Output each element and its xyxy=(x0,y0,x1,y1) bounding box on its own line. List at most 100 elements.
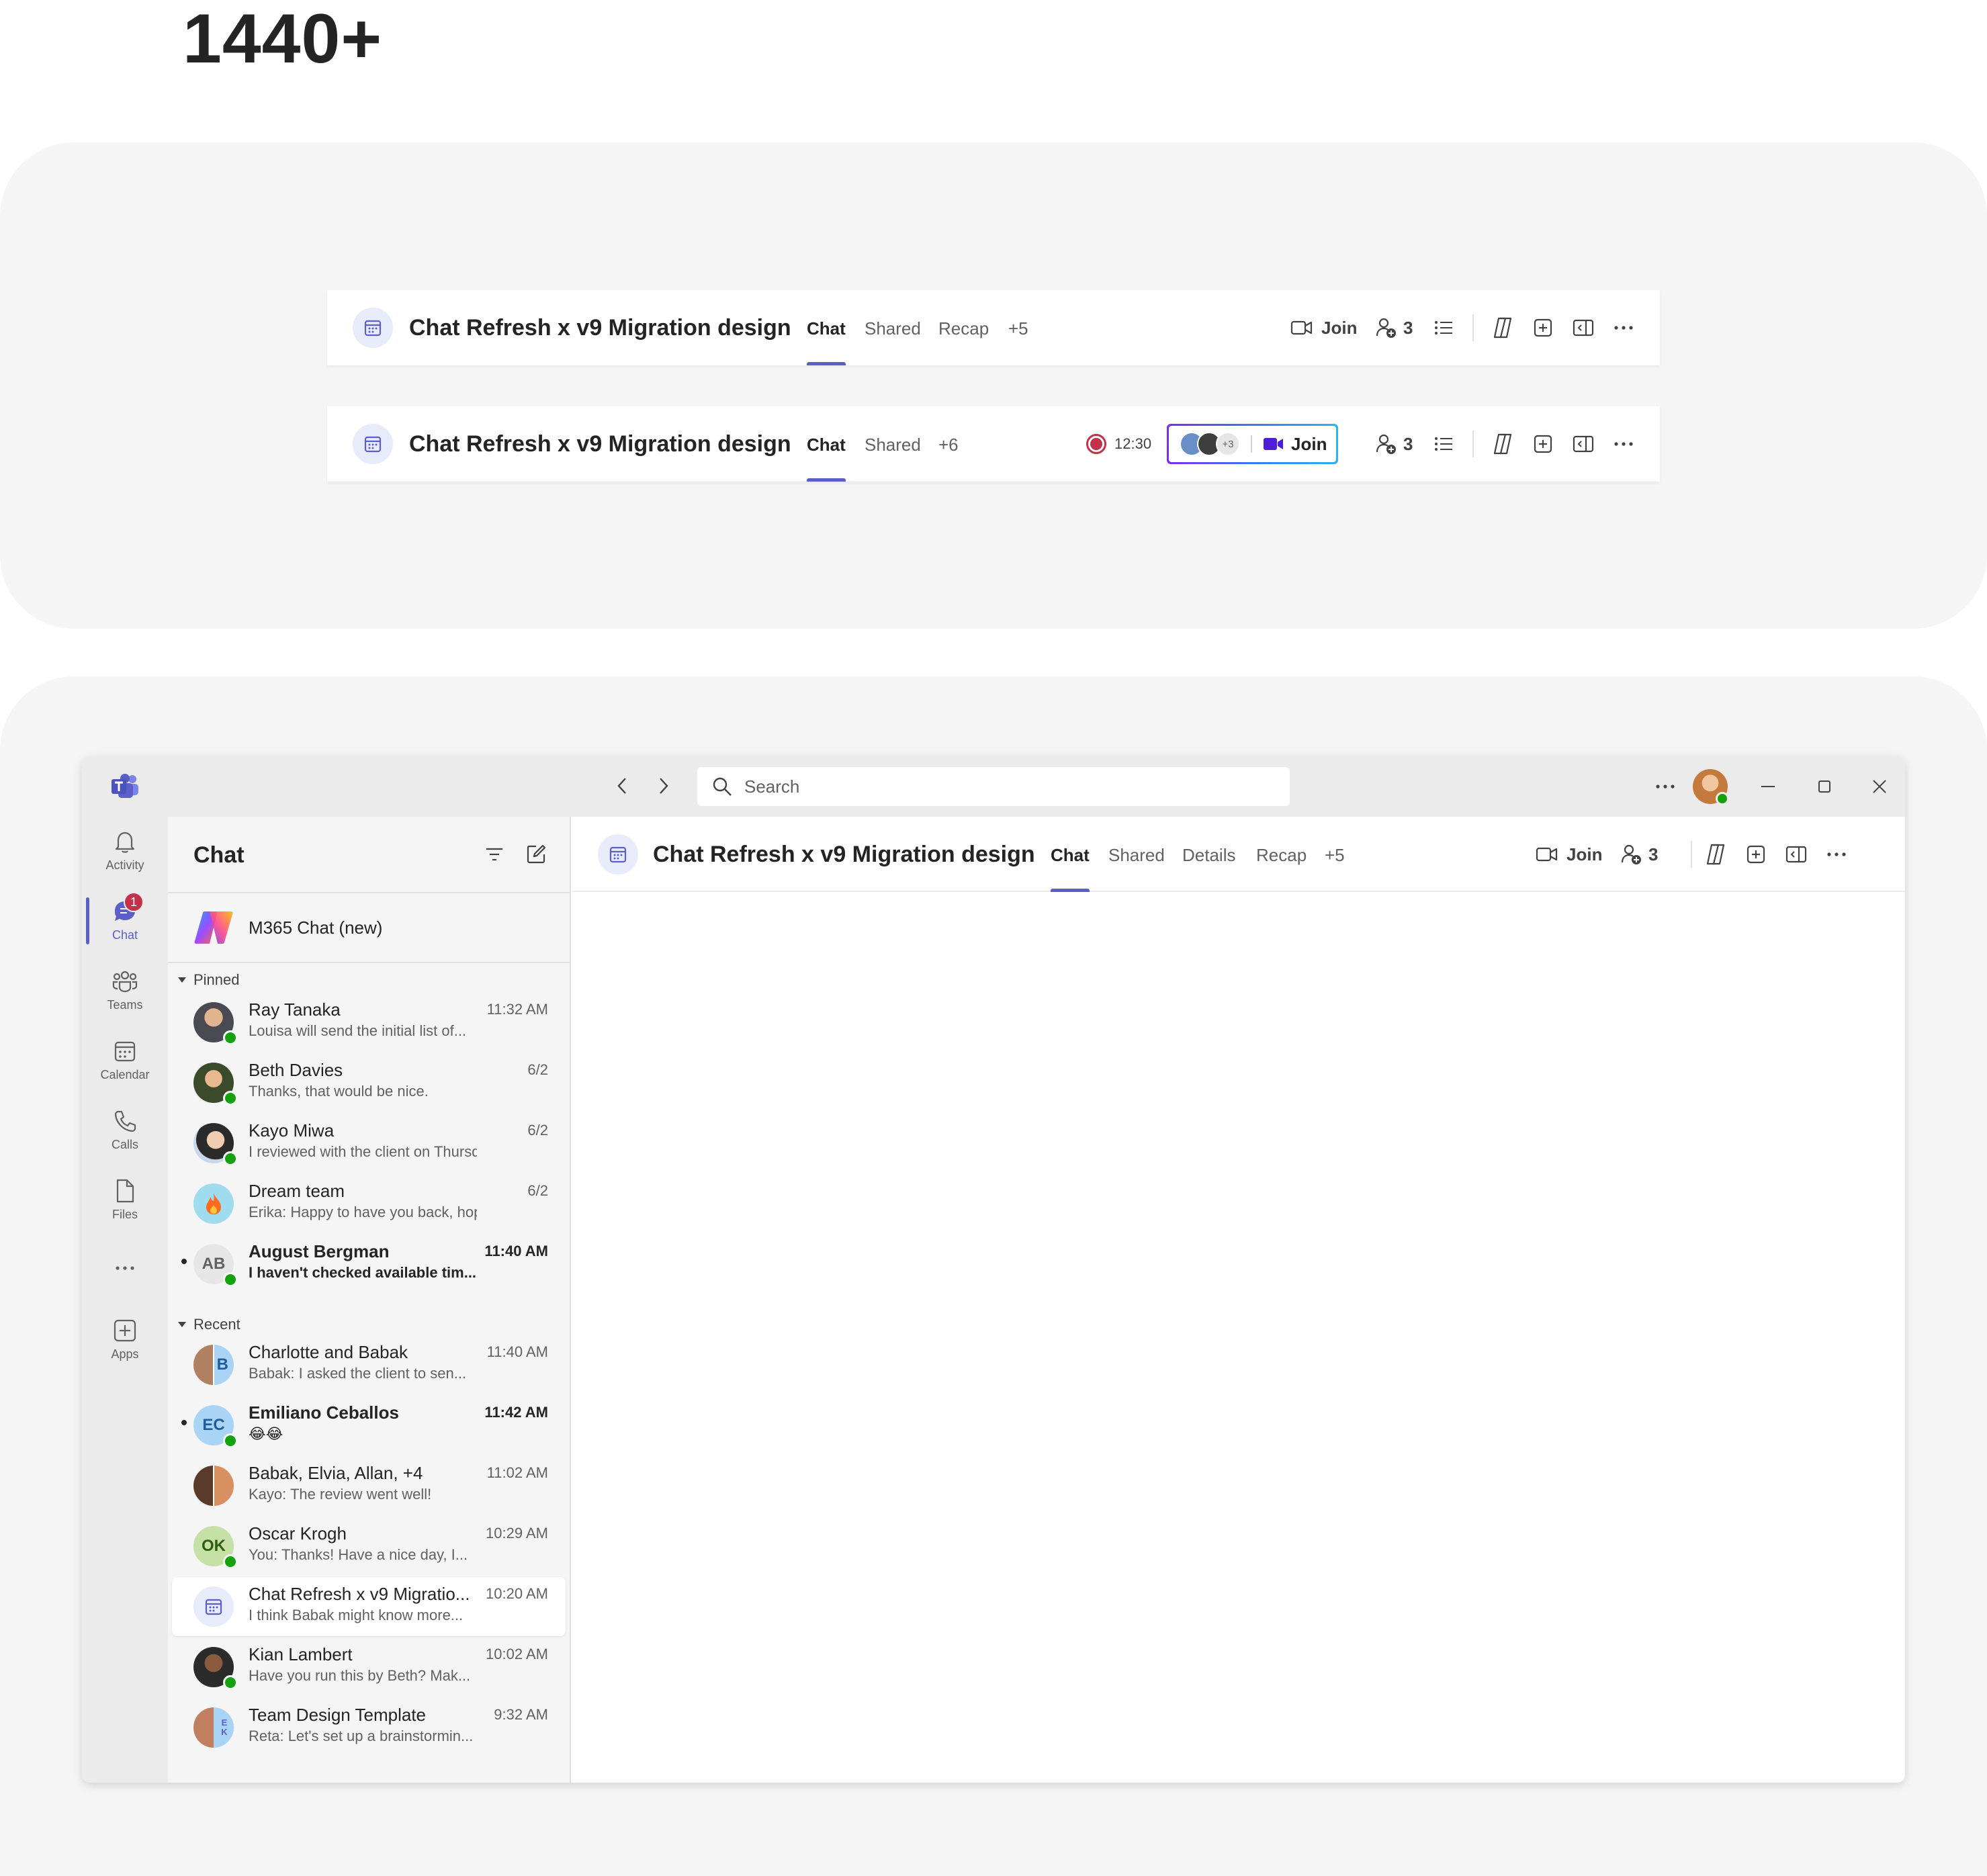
copilot-icon[interactable] xyxy=(1488,313,1517,343)
copilot-icon[interactable] xyxy=(1701,840,1730,869)
rail-more-apps[interactable] xyxy=(82,1235,168,1302)
tab-recap[interactable]: Recap xyxy=(1256,817,1307,892)
chat-time: 6/2 xyxy=(527,1182,548,1199)
minimize-icon[interactable] xyxy=(1748,756,1788,817)
chat-item-beth-davies[interactable]: Beth Davies Thanks, that would be nice. … xyxy=(172,1053,566,1112)
meeting-title: Chat Refresh x v9 Migration design xyxy=(409,315,791,341)
chat-name: Charlotte and Babak xyxy=(249,1342,408,1362)
chat-item-ray-tanaka[interactable]: Ray Tanaka Louisa will send the initial … xyxy=(172,993,566,1052)
meeting-title: Chat Refresh x v9 Migration design xyxy=(409,431,791,457)
chat-preview: I haven't checked available tim... xyxy=(249,1264,477,1281)
chat-item-august-bergman[interactable]: AB August Bergman I haven't checked avai… xyxy=(172,1235,566,1294)
maximize-icon[interactable] xyxy=(1804,756,1845,817)
chat-preview: Reta: Let's set up a brainstormin... xyxy=(249,1728,474,1744)
add-tab-icon[interactable] xyxy=(1528,429,1558,459)
back-chevron-icon[interactable] xyxy=(607,771,637,801)
extra-attendees: +3 xyxy=(1216,432,1240,456)
chat-name: Beth Davies xyxy=(249,1060,343,1080)
meeting-title: Chat Refresh x v9 Migration design xyxy=(653,842,1035,867)
search-input[interactable]: Search xyxy=(697,767,1290,806)
profile-avatar[interactable] xyxy=(1691,756,1729,817)
avatar xyxy=(193,1466,234,1506)
presence-available-icon xyxy=(223,1554,238,1569)
chat-name: Oscar Krogh xyxy=(249,1523,347,1544)
join-meeting-pill[interactable]: +3 Join xyxy=(1167,424,1339,464)
rail-item-calendar[interactable]: Calendar xyxy=(82,1026,168,1093)
copilot-icon[interactable] xyxy=(1488,429,1517,459)
tab-recap[interactable]: Recap xyxy=(938,290,989,365)
list-icon[interactable] xyxy=(1429,313,1458,343)
more-options-icon[interactable] xyxy=(1822,840,1851,869)
chat-item-charlotte-babak[interactable]: B Charlotte and Babak Babak: I asked the… xyxy=(172,1335,566,1394)
unread-dot xyxy=(181,1259,187,1264)
chat-time: 10:29 AM xyxy=(486,1525,548,1542)
close-icon[interactable] xyxy=(1859,756,1900,817)
chat-list-pane: Chat M365 Chat (new) Pinned Ray Tanaka L… xyxy=(168,817,571,1783)
rail-item-activity[interactable]: Activity xyxy=(82,817,168,884)
chat-item-chat-refresh[interactable]: Chat Refresh x v9 Migratio... I think Ba… xyxy=(172,1577,566,1636)
chat-item-dream-team[interactable]: Dream team Erika: Happy to have you back… xyxy=(172,1174,566,1233)
chat-main-pane: Chat Refresh x v9 Migration design Chat … xyxy=(572,817,1905,1783)
tab-chat[interactable]: Chat xyxy=(1051,817,1090,892)
chat-item-oscar-krogh[interactable]: OK Oscar Krogh You: Thanks! Have a nice … xyxy=(172,1517,566,1576)
chat-item-kian-lambert[interactable]: Kian Lambert Have you run this by Beth? … xyxy=(172,1638,566,1697)
avatar-initials: E K xyxy=(221,1717,228,1737)
chat-item-emiliano-ceballos[interactable]: EC Emiliano Ceballos 😂😂 11:42 AM xyxy=(172,1396,566,1455)
join-button[interactable]: Join xyxy=(1536,817,1602,892)
add-tab-icon[interactable] xyxy=(1741,840,1771,869)
rail-item-calls[interactable]: Calls xyxy=(82,1096,168,1163)
meeting-calendar-icon xyxy=(598,834,638,875)
tab-shared[interactable]: Shared xyxy=(865,406,921,482)
more-options-icon[interactable] xyxy=(1609,313,1638,343)
rail-item-chat[interactable]: Chat 1 xyxy=(82,887,168,954)
more-options-icon[interactable] xyxy=(1609,429,1638,459)
join-button[interactable]: Join xyxy=(1290,290,1357,365)
chat-time: 6/2 xyxy=(527,1122,548,1138)
join-label: Join xyxy=(1291,433,1327,454)
forward-chevron-icon[interactable] xyxy=(649,771,678,801)
tab-more[interactable]: +6 xyxy=(938,406,959,482)
chat-item-group-babak-elvia[interactable]: Babak, Elvia, Allan, +4 Kayo: The review… xyxy=(172,1456,566,1515)
participants-button[interactable]: 3 xyxy=(1620,817,1658,892)
tab-chat[interactable]: Chat xyxy=(807,290,846,365)
meeting-calendar-icon xyxy=(205,1599,222,1615)
caret-down-icon xyxy=(178,977,186,983)
chat-time: 6/2 xyxy=(527,1061,548,1078)
avatar xyxy=(193,1587,234,1627)
tab-shared[interactable]: Shared xyxy=(1108,817,1165,892)
settings-more-icon[interactable] xyxy=(1650,756,1681,817)
add-tab-icon[interactable] xyxy=(1528,313,1558,343)
rail-label: Calendar xyxy=(100,1067,150,1081)
new-chat-icon[interactable] xyxy=(523,841,549,868)
search-icon xyxy=(713,777,732,796)
join-label: Join xyxy=(1321,317,1358,338)
side-panel-icon[interactable] xyxy=(1569,429,1598,459)
tab-chat[interactable]: Chat xyxy=(807,406,846,482)
bell-icon xyxy=(115,832,135,853)
file-icon xyxy=(116,1179,134,1202)
pinned-section-header[interactable]: Pinned xyxy=(177,971,240,989)
chat-preview: Kayo: The review went well! xyxy=(249,1486,432,1503)
chat-item-kayo-miwa[interactable]: Kayo Miwa I reviewed with the client on … xyxy=(172,1114,566,1173)
tab-more[interactable]: +5 xyxy=(1008,290,1028,365)
tab-shared[interactable]: Shared xyxy=(865,290,921,365)
rail-item-files[interactable]: Files xyxy=(82,1166,168,1233)
side-panel-icon[interactable] xyxy=(1781,840,1811,869)
rail-item-teams[interactable]: Teams xyxy=(82,956,168,1024)
chat-name: Chat Refresh x v9 Migratio... xyxy=(249,1584,470,1604)
rail-item-apps[interactable]: Apps xyxy=(82,1306,168,1373)
tab-more[interactable]: +5 xyxy=(1325,817,1345,892)
rail-label: Chat xyxy=(112,928,138,942)
tab-details[interactable]: Details xyxy=(1182,817,1235,892)
side-panel-icon[interactable] xyxy=(1569,313,1598,343)
chat-item-team-design-template[interactable]: E K Team Design Template Reta: Let's set… xyxy=(172,1698,566,1757)
presence-available-icon xyxy=(223,1151,238,1166)
list-icon[interactable] xyxy=(1429,429,1458,459)
participants-button[interactable]: 3 xyxy=(1375,290,1413,365)
participants-button[interactable]: 3 xyxy=(1375,406,1413,482)
divider xyxy=(1472,431,1474,457)
participants-count: 3 xyxy=(1648,844,1659,864)
m365-chat-entry[interactable]: M365 Chat (new) xyxy=(168,892,570,963)
filter-icon[interactable] xyxy=(482,842,506,866)
recent-section-header[interactable]: Recent xyxy=(177,1316,240,1333)
